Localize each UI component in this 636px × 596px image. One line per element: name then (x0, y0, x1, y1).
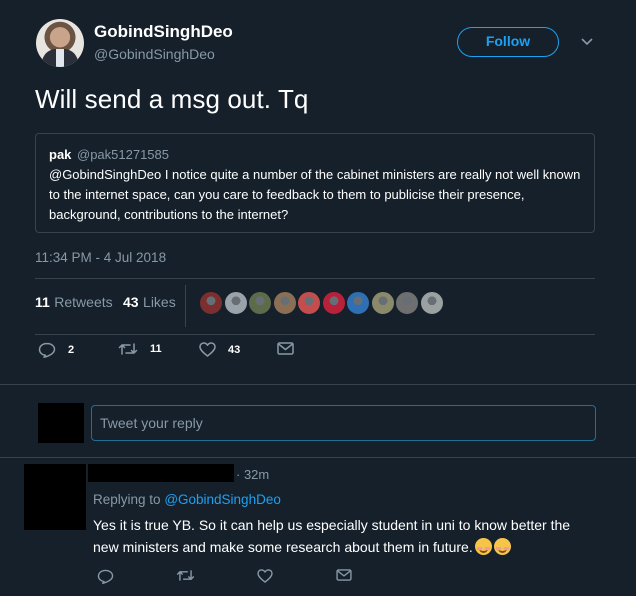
reply-time[interactable]: · 32m (236, 467, 269, 482)
reply-count: 2 (68, 344, 75, 356)
replying-to-mention[interactable]: @GobindSinghDeo (164, 492, 281, 507)
liker-avatar[interactable] (419, 291, 444, 315)
divider (35, 278, 595, 279)
retweet-icon (176, 569, 195, 582)
stats-separator (185, 285, 186, 327)
reply-action[interactable]: 2 (38, 342, 74, 358)
replying-to-line: Replying to @GobindSinghDeo (93, 492, 281, 507)
reply-icon (97, 569, 114, 584)
retweet-icon (118, 342, 138, 356)
smiling-face-emoji-icon (493, 538, 511, 555)
quoted-tweet-text: @GobindSinghDeo I notice quite a number … (49, 167, 581, 222)
envelope-icon (277, 342, 294, 355)
quoted-author-name: pak (49, 147, 72, 162)
like-count: 43 (228, 343, 241, 356)
liker-avatar[interactable] (346, 291, 370, 315)
follow-button[interactable]: Follow (457, 27, 559, 57)
avatar-shirt (56, 49, 64, 67)
quoted-author-handle: @pak51271585 (77, 147, 169, 162)
author-display-name[interactable]: GobindSinghDeo (94, 22, 233, 42)
redacted-reply-name (88, 464, 234, 482)
retweet-count: 11 (150, 343, 162, 355)
dm-action[interactable] (277, 342, 294, 355)
liker-avatar[interactable] (321, 291, 346, 315)
retweets-label: Retweets (54, 294, 113, 310)
liker-avatar[interactable] (248, 291, 272, 315)
reply-dm-action[interactable] (336, 569, 352, 581)
reply-icon (38, 342, 56, 358)
tweet-reply-input[interactable]: Tweet your reply (91, 405, 596, 441)
like-action[interactable]: 43 (199, 342, 240, 357)
liker-avatar[interactable] (297, 291, 321, 315)
divider (35, 334, 595, 335)
redacted-reply-avatar (24, 464, 86, 530)
redacted-user-avatar (38, 403, 84, 443)
liker-avatar[interactable] (370, 291, 395, 315)
heart-icon (199, 342, 216, 357)
envelope-icon (336, 569, 352, 581)
retweet-action[interactable]: 11 (118, 342, 162, 356)
tweet-timestamp[interactable]: 11:34 PM - 4 Jul 2018 (35, 250, 166, 265)
likes-label: Likes (143, 294, 176, 310)
smiling-face-emoji-icon (474, 538, 492, 555)
liker-avatar[interactable] (395, 291, 419, 315)
heart-icon (257, 569, 273, 583)
liker-avatar[interactable] (199, 291, 223, 315)
retweets-count: 11 (35, 294, 50, 310)
author-handle[interactable]: @GobindSinghDeo (94, 46, 215, 62)
tweet-text: Will send a msg out. Tq (35, 84, 309, 114)
likes-stat[interactable]: 43 Likes (123, 294, 176, 312)
chevron-down-icon[interactable] (580, 34, 594, 48)
reply-text: Yes it is true YB. So it can help us esp… (93, 514, 598, 558)
replying-to-prefix: Replying to (93, 492, 161, 507)
reply-retweet-action[interactable] (176, 569, 195, 582)
liker-avatar[interactable] (223, 291, 248, 315)
likes-count: 43 (123, 294, 139, 310)
reply-like-action[interactable] (257, 569, 273, 583)
liker-avatar[interactable] (272, 291, 297, 315)
reply-reply-action[interactable] (97, 569, 114, 584)
author-avatar[interactable] (36, 19, 84, 67)
retweets-stat[interactable]: 11 Retweets (35, 294, 113, 312)
